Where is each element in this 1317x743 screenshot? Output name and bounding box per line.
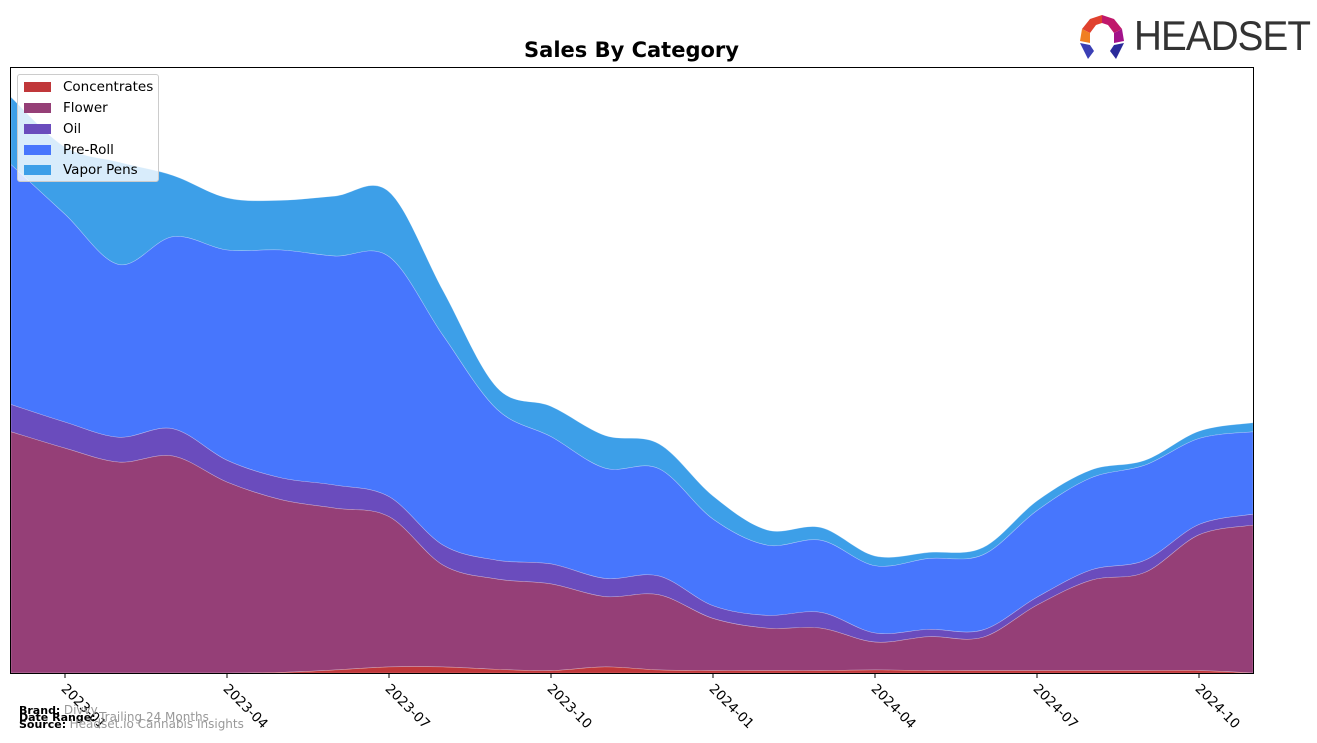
legend-swatch-oil (24, 124, 51, 134)
legend-label: Oil (63, 121, 82, 137)
legend-label: Vapor Pens (63, 162, 138, 178)
chart-plot (10, 67, 1254, 678)
legend: Concentrates Flower Oil Pre-Roll Vapor P… (17, 74, 159, 182)
legend-item-concentrates[interactable]: Concentrates (24, 78, 153, 96)
legend-swatch-flower (24, 103, 51, 113)
legend-item-oil[interactable]: Oil (24, 120, 81, 138)
legend-item-vapor-pens[interactable]: Vapor Pens (24, 161, 138, 179)
legend-label: Flower (63, 100, 108, 116)
legend-label: Pre-Roll (63, 142, 114, 158)
source-value: Headset.io Cannabis Insights (69, 717, 244, 731)
legend-item-flower[interactable]: Flower (24, 99, 108, 117)
source-label: Source: (19, 718, 67, 731)
legend-swatch-pre-roll (24, 145, 51, 155)
legend-label: Concentrates (63, 79, 154, 95)
footer-source: Source: Headset.io Cannabis Insights (19, 717, 244, 731)
area-layers (10, 96, 1254, 674)
legend-swatch-concentrates (24, 82, 51, 92)
legend-item-pre-roll[interactable]: Pre-Roll (24, 141, 114, 159)
legend-swatch-vapor-pens (24, 165, 51, 175)
